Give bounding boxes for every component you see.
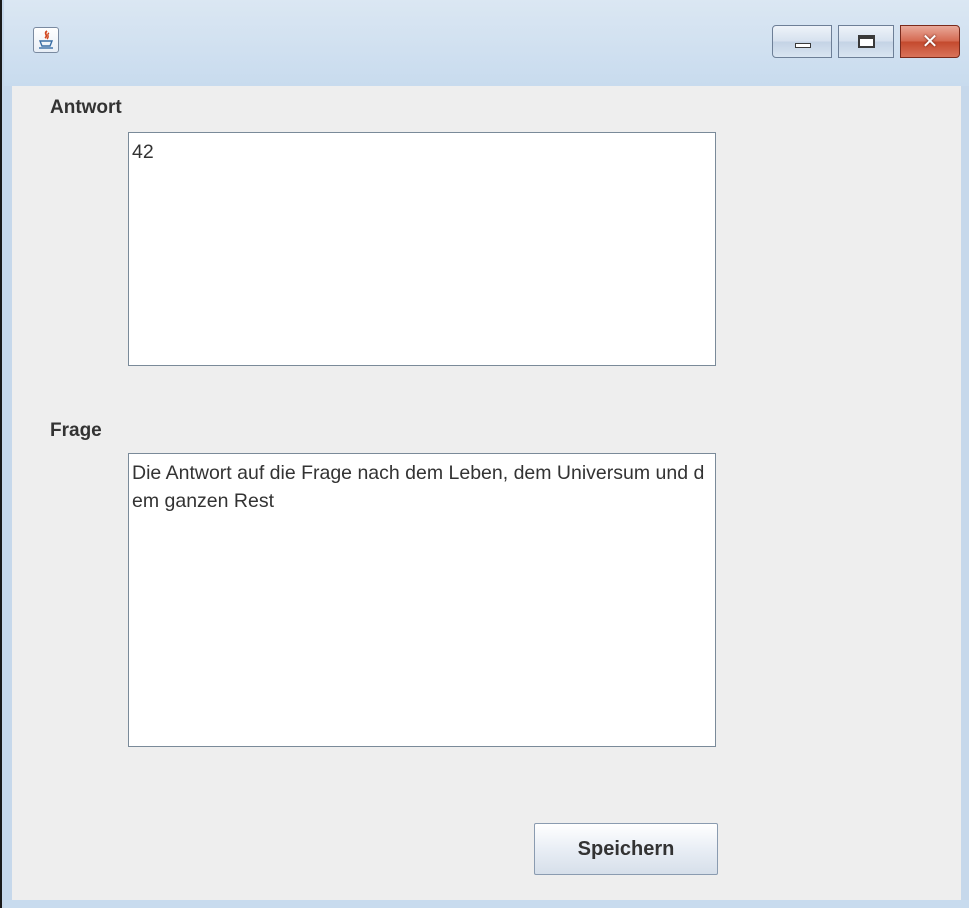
question-textarea[interactable]: Die Antwort auf die Frage nach dem Leben…	[128, 453, 716, 747]
close-icon: ✕	[921, 29, 939, 53]
maximize-button[interactable]	[838, 25, 894, 58]
form-panel: Antwort 42 Frage Die Antwort auf die Fra…	[12, 86, 961, 900]
answer-textarea[interactable]: 42	[128, 132, 716, 366]
application-window: ✕ Antwort 42 Frage Die Antwort auf die F…	[0, 0, 969, 908]
close-button[interactable]: ✕	[900, 25, 960, 58]
save-button[interactable]: Speichern	[534, 823, 718, 875]
maximize-icon	[858, 35, 875, 48]
question-label: Frage	[50, 420, 102, 441]
answer-label: Antwort	[50, 97, 122, 118]
minimize-icon	[795, 43, 811, 48]
minimize-button[interactable]	[772, 25, 832, 58]
window-bottom-border	[4, 900, 969, 908]
java-app-icon[interactable]	[33, 27, 59, 53]
title-bar[interactable]: ✕	[4, 0, 969, 86]
